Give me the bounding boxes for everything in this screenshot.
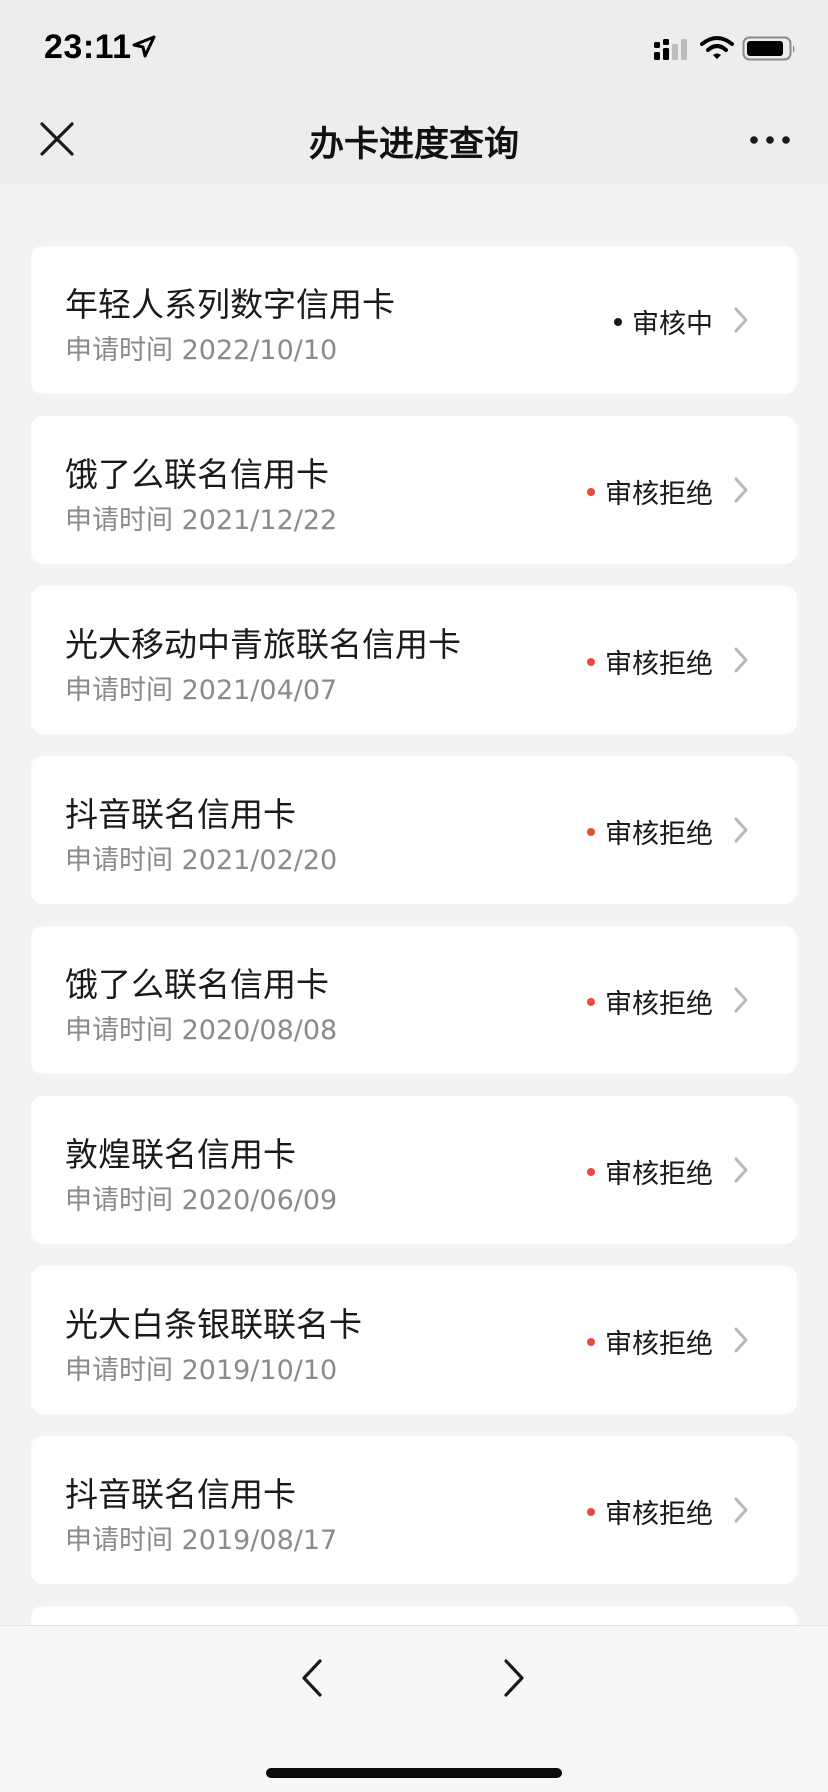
application-date: 申请时间 2019/08/17 [65,1525,338,1556]
status-dot [614,317,622,326]
application-date: 申请时间 2022/10/10 [65,335,338,366]
card-name: 光大白条银联联名卡 [65,1305,362,1344]
chevron-left-icon[interactable] [300,1658,324,1698]
card-name: 年轻人系列数字信用卡 [65,285,395,324]
status-badge: 审核拒绝 [587,472,713,511]
chevron-right-icon [734,307,748,333]
application-date: 申请时间 2021/12/22 [65,505,338,536]
application-date: 申请时间 2019/10/10 [65,1355,338,1386]
application-date: 申请时间 2020/06/09 [65,1185,338,1216]
chevron-right-icon [734,647,748,673]
status-badge: 审核拒绝 [587,1152,713,1191]
bottom-toolbar [0,1625,828,1792]
status-badge: 审核拒绝 [587,812,713,851]
card-name: 饿了么联名信用卡 [65,965,329,1004]
status-dot [587,487,595,496]
status-label: 审核拒绝 [605,1329,713,1360]
status-badge: 审核拒绝 [587,642,713,681]
status-label: 审核拒绝 [605,819,713,850]
application-date: 申请时间 2021/04/07 [65,675,338,706]
status-label: 审核拒绝 [605,649,713,680]
card-name: 抖音联名信用卡 [65,1475,296,1514]
application-card[interactable]: 光大白条银联联名卡 申请时间 2019/10/10 审核拒绝 [31,1266,797,1414]
cellular-signal-icon [654,39,687,60]
card-name: 光大移动中青旅联名信用卡 [65,625,461,664]
status-dot [587,1337,595,1346]
status-badge: 审核拒绝 [587,982,713,1021]
status-label: 审核拒绝 [605,1499,713,1530]
status-dot [587,1167,595,1176]
chevron-right-icon [734,817,748,843]
status-dot [587,997,595,1006]
application-card[interactable]: 饿了么联名信用卡 申请时间 2020/08/08 审核拒绝 [31,926,797,1074]
application-date: 申请时间 2020/08/08 [65,1015,338,1046]
chevron-right-icon [734,1327,748,1353]
application-card[interactable]: 饿了么联名信用卡 申请时间 2021/12/22 审核拒绝 [31,416,797,564]
nav-bar: 办卡进度查询 [0,96,828,184]
application-card[interactable]: 敦煌联名信用卡 申请时间 2020/06/09 审核拒绝 [31,1096,797,1244]
home-indicator[interactable] [266,1768,562,1778]
status-time: 23:11 [44,28,132,66]
status-label: 审核中 [632,309,713,340]
application-date: 申请时间 2021/02/20 [65,845,338,876]
battery-icon [742,36,795,61]
chevron-right-icon[interactable] [502,1658,526,1698]
card-name: 抖音联名信用卡 [65,795,296,834]
chevron-right-icon [734,987,748,1013]
application-card[interactable]: 光大移动中青旅联名信用卡 申请时间 2021/04/07 审核拒绝 [31,586,797,734]
status-badge: 审核拒绝 [587,1322,713,1361]
status-badge: 审核拒绝 [587,1492,713,1531]
status-bar: 23:11 [0,0,828,96]
application-card[interactable]: 年轻人系列数字信用卡 申请时间 2022/10/10 审核中 [31,246,797,394]
card-name: 敦煌联名信用卡 [65,1135,296,1174]
status-label: 审核拒绝 [605,989,713,1020]
status-dot [587,657,595,666]
application-card[interactable]: 抖音联名信用卡 申请时间 2021/02/20 审核拒绝 [31,756,797,904]
application-list: 年轻人系列数字信用卡 申请时间 2022/10/10 审核中 饿了么联名信用卡 … [31,246,797,1646]
more-dots-icon[interactable] [748,130,792,150]
location-arrow-icon [132,35,156,58]
card-name: 饿了么联名信用卡 [65,455,329,494]
page-title: 办卡进度查询 [308,125,519,165]
chevron-right-icon [734,1497,748,1523]
status-badge: 审核中 [614,302,713,341]
chevron-right-icon [734,1157,748,1183]
status-dot [587,1507,595,1516]
application-card[interactable]: 抖音联名信用卡 申请时间 2019/08/17 审核拒绝 [31,1436,797,1584]
status-dot [587,827,595,836]
status-label: 审核拒绝 [605,1159,713,1190]
chevron-right-icon [734,477,748,503]
wifi-icon [700,36,734,59]
status-label: 审核拒绝 [605,479,713,510]
